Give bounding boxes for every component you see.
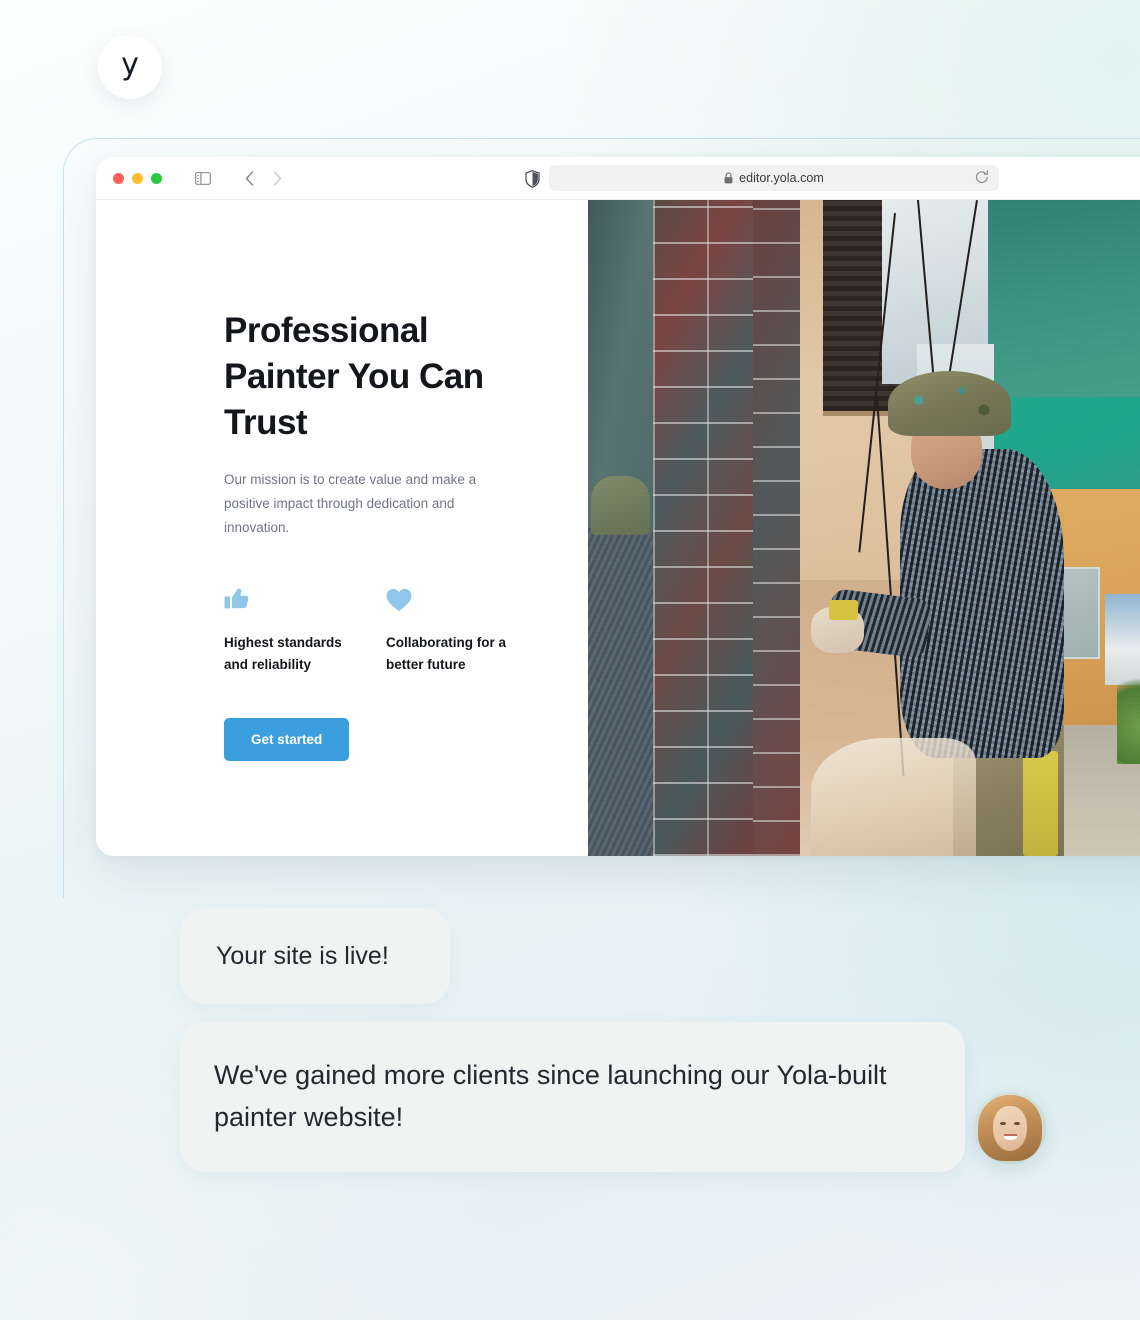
site-preview: Professional Painter You Can Trust Our m…	[96, 200, 1140, 856]
yola-brand-avatar: y	[98, 35, 162, 99]
url-text: editor.yola.com	[739, 171, 824, 185]
feature-item-standards: Highest standards and reliability	[224, 582, 386, 676]
maximize-window-button[interactable]	[151, 172, 162, 184]
page-root: editor.yola.com Professional Painter You…	[0, 0, 1140, 1320]
lock-icon	[724, 172, 733, 184]
thumbs-up-icon	[224, 582, 386, 612]
avatar-face	[993, 1106, 1027, 1152]
shield-icon[interactable]	[520, 167, 544, 191]
browser-window: editor.yola.com Professional Painter You…	[96, 157, 1140, 856]
feature-list: Highest standards and reliability Collab…	[224, 582, 588, 676]
hero-subtitle: Our mission is to create value and make …	[224, 472, 477, 535]
page-title: Professional Painter You Can Trust	[224, 311, 484, 442]
hero-text-column: Professional Painter You Can Trust Our m…	[96, 200, 588, 856]
back-button[interactable]	[237, 166, 261, 190]
chat-bubble-testimonial: We've gained more clients since launchin…	[180, 1022, 965, 1172]
chat-bubble-site-live: Your site is live!	[180, 908, 450, 1004]
minimize-window-button[interactable]	[132, 172, 143, 184]
address-bar-content: editor.yola.com	[724, 171, 824, 185]
window-controls	[113, 172, 162, 184]
forward-button[interactable]	[265, 166, 289, 190]
feature-label: Highest standards and reliability	[224, 635, 342, 672]
get-started-button[interactable]: Get started	[224, 718, 350, 761]
browser-toolbar: editor.yola.com	[96, 157, 1140, 200]
reload-icon[interactable]	[975, 170, 989, 185]
address-bar[interactable]: editor.yola.com	[549, 165, 999, 191]
feature-label: Collaborating for a better future	[386, 635, 507, 672]
sidebar-toggle-icon[interactable]	[191, 166, 215, 190]
heart-icon	[386, 582, 548, 612]
feature-item-collaboration: Collaborating for a better future	[386, 582, 548, 676]
hero-image	[588, 200, 1140, 856]
close-window-button[interactable]	[113, 172, 124, 184]
photo-grain-overlay	[588, 200, 1140, 856]
avatar-eye-left	[999, 1122, 1006, 1126]
customer-avatar	[974, 1092, 1046, 1164]
